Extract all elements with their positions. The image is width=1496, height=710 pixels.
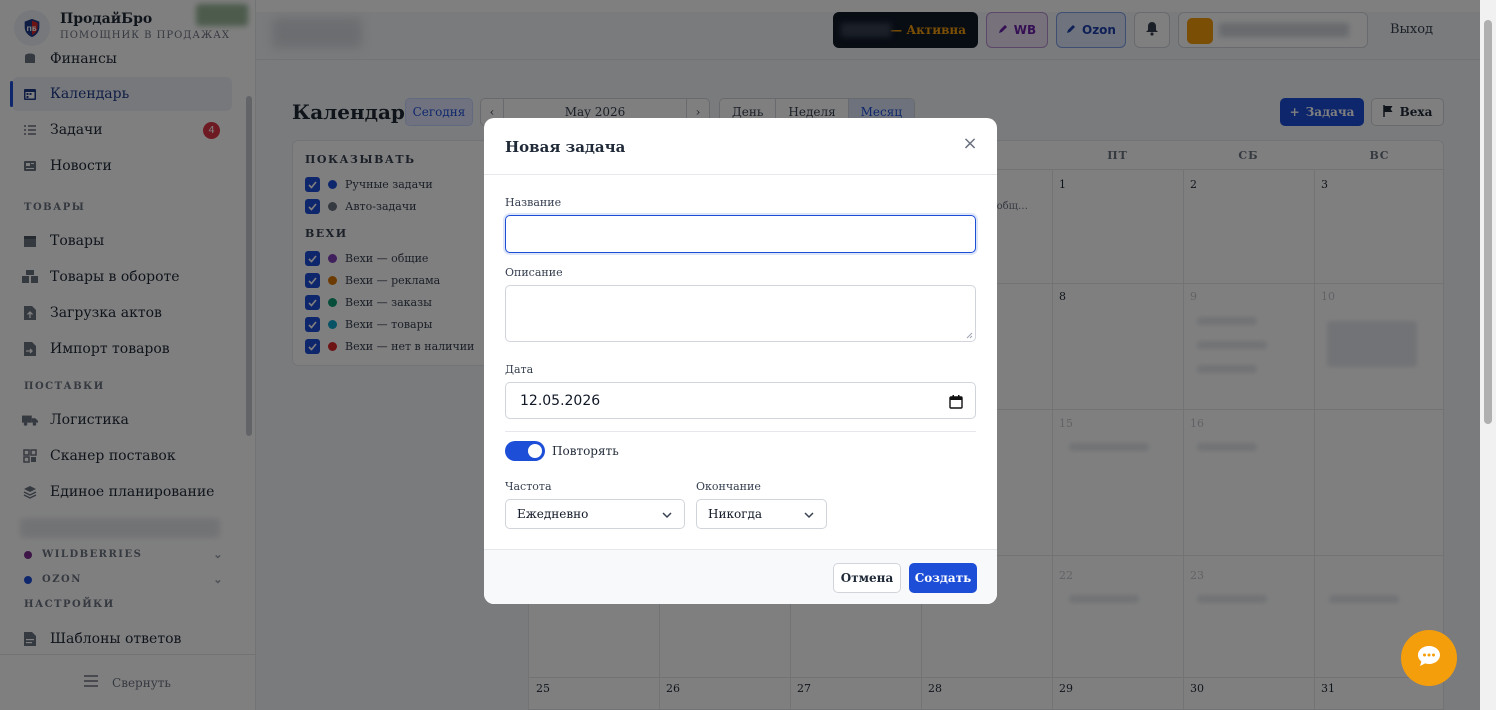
- chevron-down-icon: [662, 512, 672, 519]
- app-root: ПБ ПродайБро ПОМОЩНИК В ПРОДАЖАХ Финансы…: [0, 0, 1496, 710]
- divider: [505, 431, 976, 432]
- cancel-button[interactable]: Отмена: [833, 563, 901, 593]
- scrollbar-thumb[interactable]: [1484, 20, 1492, 424]
- name-label: Название: [505, 196, 562, 209]
- chat-button[interactable]: [1401, 630, 1457, 686]
- chevron-down-icon: [804, 512, 814, 519]
- date-value: 12.05.2026: [520, 393, 601, 409]
- modal-header: Новая задача ×: [484, 118, 997, 175]
- close-icon[interactable]: ×: [962, 135, 978, 153]
- date-label: Дата: [505, 363, 534, 376]
- description-textarea[interactable]: [505, 285, 976, 342]
- page-scrollbar[interactable]: [1480, 0, 1496, 710]
- frequency-label: Частота: [505, 480, 552, 493]
- date-input[interactable]: 12.05.2026: [505, 382, 976, 419]
- repeat-label: Повторять: [552, 444, 619, 458]
- chat-icon: [1417, 645, 1441, 671]
- frequency-select[interactable]: Ежедневно: [505, 499, 685, 529]
- create-button[interactable]: Создать: [909, 563, 977, 593]
- end-select[interactable]: Никогда: [696, 499, 827, 529]
- frequency-value: Ежедневно: [517, 507, 589, 521]
- repeat-toggle[interactable]: [505, 441, 545, 461]
- end-label: Окончание: [696, 480, 761, 493]
- modal-footer: Отмена Создать: [484, 549, 997, 604]
- name-input[interactable]: [505, 215, 976, 253]
- resize-handle-icon: [966, 332, 973, 339]
- end-value: Никогда: [708, 507, 763, 521]
- modal-title: Новая задача: [505, 138, 626, 156]
- calendar-picker-icon[interactable]: [949, 394, 963, 409]
- description-label: Описание: [505, 266, 563, 279]
- new-task-modal: Новая задача × Название Описание Дата 12…: [484, 118, 997, 604]
